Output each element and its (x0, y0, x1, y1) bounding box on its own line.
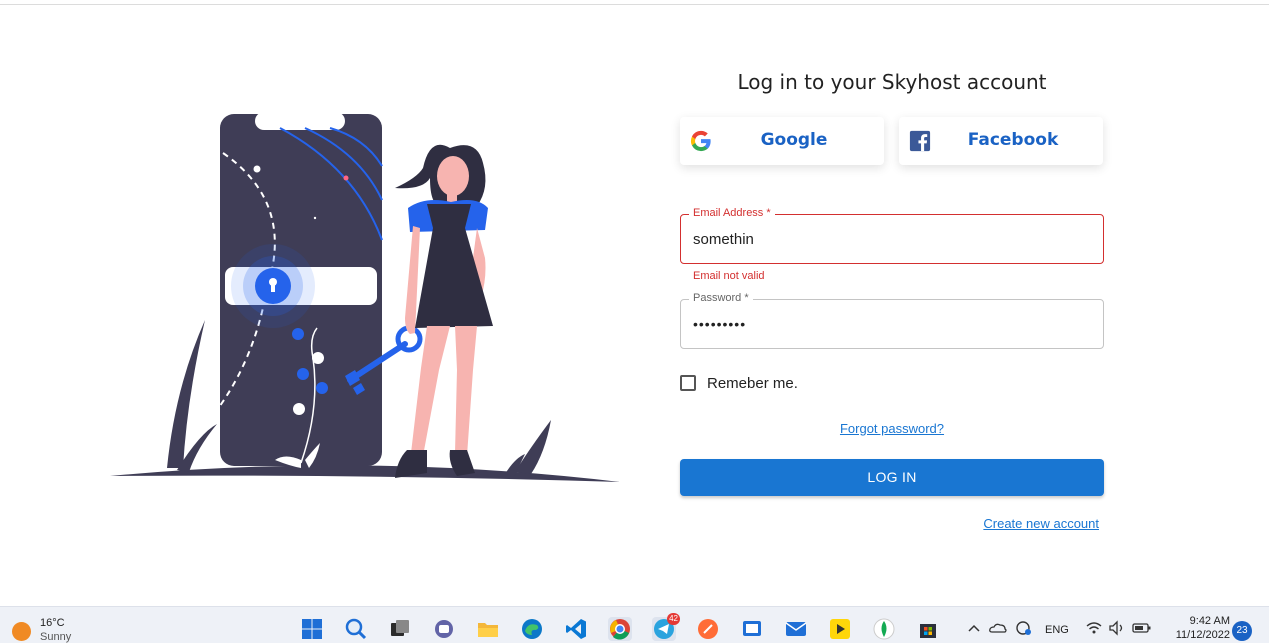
woman-leg-right (455, 326, 477, 456)
system-clock[interactable]: 9:42 AM 11/12/2022 (1160, 615, 1230, 641)
create-account-link[interactable]: Create new account (983, 516, 1099, 531)
start-icon[interactable] (300, 617, 324, 641)
google-login-button[interactable]: Google (680, 117, 884, 165)
email-error-text: Email not valid (693, 270, 765, 282)
password-input[interactable] (681, 300, 1103, 348)
clock-date: 11/12/2022 (1175, 629, 1230, 641)
mongodb-compass-icon[interactable] (872, 617, 896, 641)
facebook-login-button[interactable]: Facebook (899, 117, 1103, 165)
browser-top-border (0, 4, 1269, 5)
google-label: Google (760, 130, 828, 150)
clock-time: 9:42 AM (1189, 615, 1230, 627)
email-input[interactable] (681, 215, 1103, 263)
postman-icon[interactable] (696, 617, 720, 641)
remember-me-label: Remeber me. (707, 374, 798, 392)
phone-notch (255, 112, 345, 130)
sync-icon[interactable] (1013, 617, 1033, 639)
search-icon[interactable] (344, 617, 368, 641)
teams-chat-icon[interactable] (432, 617, 456, 641)
task-view-icon[interactable] (388, 617, 412, 641)
notification-badge[interactable]: 23 (1232, 621, 1252, 641)
remember-me-checkbox[interactable] (680, 375, 696, 391)
login-illustration (110, 112, 620, 482)
wifi-icon[interactable] (1085, 617, 1103, 639)
page-title: Log in to your Skyhost account (737, 70, 1047, 94)
file-explorer-icon[interactable] (476, 617, 500, 641)
chevron-up-icon[interactable] (966, 617, 982, 639)
microsoft-store-icon[interactable] (916, 617, 940, 641)
edge-icon[interactable] (520, 617, 544, 641)
weather-condition: Sunny (40, 631, 72, 643)
plant-leaf-right (515, 420, 551, 474)
remember-me-row[interactable]: Remeber me. (680, 374, 798, 392)
vscode-icon[interactable] (564, 617, 588, 641)
mail-icon[interactable] (784, 617, 808, 641)
weather-temperature: 16°C (40, 617, 65, 629)
language-indicator[interactable]: ENG (1045, 624, 1069, 636)
facebook-label: Facebook (967, 130, 1059, 150)
weather-widget[interactable]: 16°C Sunny (10, 616, 130, 643)
login-button[interactable]: LOG IN (680, 459, 1104, 496)
forgot-password-link[interactable]: Forgot password? (680, 421, 1104, 436)
telegram-icon[interactable]: 42 (652, 613, 680, 641)
player-icon[interactable] (828, 617, 852, 641)
onedrive-icon[interactable] (988, 617, 1008, 639)
remote-desktop-icon[interactable] (740, 617, 764, 641)
battery-icon[interactable] (1132, 617, 1152, 639)
volume-icon[interactable] (1108, 617, 1126, 639)
windows-taskbar: 16°C Sunny 42 ENG 9:42 AM 11/12/2022 23 (0, 606, 1269, 643)
email-field[interactable]: Email Address * (680, 207, 1104, 264)
woman-face (437, 156, 469, 196)
sun-icon (12, 622, 31, 641)
chrome-icon[interactable] (608, 617, 632, 641)
password-field[interactable]: Password * (680, 292, 1104, 349)
telegram-badge: 42 (667, 613, 680, 625)
